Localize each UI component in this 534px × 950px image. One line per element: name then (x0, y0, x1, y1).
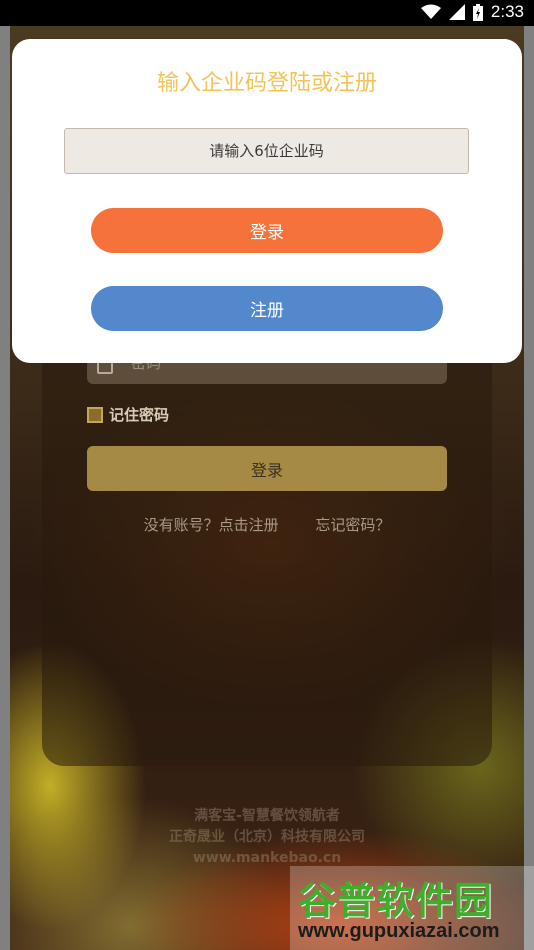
enterprise-code-input[interactable]: 请输入6位企业码 (64, 128, 469, 174)
wifi-icon (420, 4, 441, 19)
battery-icon (472, 3, 483, 21)
login-button[interactable]: 登录 (91, 208, 443, 253)
account-links: 没有账号？点击注册 忘记密码？ (0, 514, 534, 535)
background-login-button[interactable]: 登录 (87, 446, 447, 491)
signal-icon (448, 4, 465, 20)
status-bar: 2:33 (0, 0, 534, 26)
footer-company: 正奇晟业（北京）科技有限公司 (169, 829, 365, 845)
remember-checkbox[interactable] (87, 406, 103, 423)
forgot-password-link[interactable]: 忘记密码？ (315, 516, 390, 534)
enterprise-code-dialog: 输入企业码登陆或注册 请输入6位企业码 登录 注册 (12, 39, 522, 363)
watermark-title: 谷普软件园 (298, 879, 494, 923)
footer-slogan: 满客宝-智慧餐饮领航者 (194, 808, 340, 824)
remember-label: 记住密码 (109, 406, 170, 424)
status-time: 2:33 (490, 2, 524, 21)
register-button[interactable]: 注册 (91, 286, 443, 331)
watermark: 谷普软件园 www.gupuxiazai.com (290, 866, 534, 950)
watermark-url: www.gupuxiazai.com (298, 920, 500, 942)
register-link[interactable]: 没有账号？点击注册 (144, 516, 279, 534)
dialog-title: 输入企业码登陆或注册 (156, 71, 377, 96)
remember-password[interactable]: 记住密码 (87, 404, 169, 425)
footer: 满客宝-智慧餐饮领航者 正奇晟业（北京）科技有限公司 www.mankebao.… (0, 806, 534, 869)
